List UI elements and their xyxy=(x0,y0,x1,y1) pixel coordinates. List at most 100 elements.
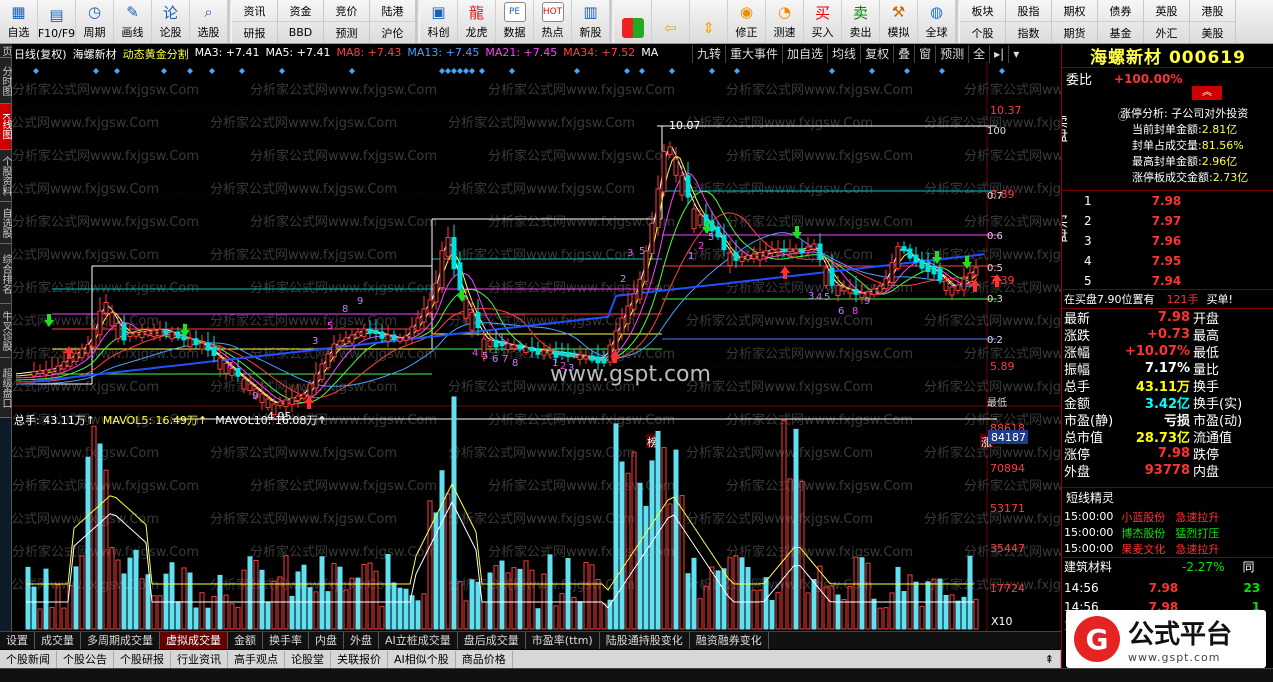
toolbar-big_right-button-2[interactable]: ⇕ xyxy=(690,0,728,43)
indicator-tab-4[interactable]: 金额 xyxy=(228,632,263,649)
indicator-tab-11[interactable]: 陆股通持股变化 xyxy=(600,632,690,649)
toolbar-link-pairs1-3-bottom[interactable]: 沪伦 xyxy=(370,22,415,43)
toolbar-big_mid-button-4[interactable]: ▥ 新股 xyxy=(572,0,610,43)
news-tab-7[interactable]: AI相似个股 xyxy=(388,650,456,668)
toolbar-big_right-button-3[interactable]: ◉ 修正 xyxy=(728,0,766,43)
sector-row[interactable]: 建筑材料 -2.27% 同 xyxy=(1062,558,1273,575)
indicator-tab-6[interactable]: 内盘 xyxy=(309,632,344,649)
chart-tool-5[interactable]: 叠 xyxy=(893,45,914,63)
toolbar-link-pairs2-3-bottom[interactable]: 基金 xyxy=(1098,22,1143,43)
toolbar-link-pairs1-0-bottom[interactable]: 研报 xyxy=(232,22,277,43)
toolbar-big_left-button-2[interactable]: ◷ 周期 xyxy=(76,0,114,43)
news-tab-2[interactable]: 个股研报 xyxy=(114,650,171,668)
left-tab-7[interactable]: 超级盘口 xyxy=(0,358,11,418)
stock-name-label: 海螺新材 xyxy=(72,48,117,61)
toolbar-big_left-button-3[interactable]: ✎ 画线 xyxy=(114,0,152,43)
toolbar-big_mid-button-0[interactable]: ▣ 科创 xyxy=(420,0,458,43)
toolbar-link-pairs1-0-top[interactable]: 资讯 xyxy=(232,0,277,22)
volume-bar xyxy=(343,589,349,630)
toolbar-link-pairs2-1-top[interactable]: 股指 xyxy=(1006,0,1051,22)
toolbar-big_right-button-4[interactable]: ◔ 测速 xyxy=(766,0,804,43)
indicator-tab-5[interactable]: 换手率 xyxy=(263,632,309,649)
toolbar-big_left-button-1[interactable]: ▤ F10/F9 xyxy=(38,0,76,43)
expand-right-icon[interactable]: ▸| xyxy=(989,45,1008,63)
spirit-row-2[interactable]: 15:00:00 果麦文化 急速拉升 xyxy=(1062,540,1273,557)
toolbar-big_right-button-0[interactable]: ▦ xyxy=(614,0,652,43)
collapse-up-icon[interactable]: ⇞ xyxy=(1039,650,1061,668)
left-tab-3[interactable]: 个股资料 xyxy=(0,150,11,202)
bid-row-5[interactable]: 5 7.94 xyxy=(1062,272,1273,289)
toolbar-big_mid-button-1[interactable]: 龍龙虎 xyxy=(458,0,496,43)
toolbar-link-pairs2-3-top[interactable]: 债券 xyxy=(1098,0,1143,22)
toolbar-link-pairs1-2-top[interactable]: 竞价 xyxy=(324,0,369,22)
indicator-tab-9[interactable]: 盘后成交量 xyxy=(458,632,526,649)
indicator-tab-7[interactable]: 外盘 xyxy=(344,632,379,649)
collapse-chevron-icon[interactable]: ︽ xyxy=(1192,86,1222,100)
bid-row-1[interactable]: 1 7.98 xyxy=(1062,192,1273,209)
chart-tool-8[interactable]: 全 xyxy=(968,45,989,63)
watermark-text: 分析家公式网www.fxjgsw.Com xyxy=(12,313,159,329)
left-tab-2[interactable]: K线图 xyxy=(0,104,11,150)
chart-tool-6[interactable]: 窗 xyxy=(914,45,935,63)
toolbar-link-pairs1-1-top[interactable]: 资金 xyxy=(278,0,323,22)
toolbar-link-pairs2-0-bottom[interactable]: 个股 xyxy=(960,22,1005,43)
indicator-tab-8[interactable]: AI立桩成交量 xyxy=(379,632,458,649)
watermark-text: 分析家公式网www.fxjgsw.Com xyxy=(448,115,635,131)
chart-tool-0[interactable]: 九转 xyxy=(692,45,725,63)
left-tab-1[interactable]: 分时图 xyxy=(0,58,11,104)
toolbar-link-pairs2-4-top[interactable]: 英股 xyxy=(1144,0,1189,22)
news-tab-8[interactable]: 商品价格 xyxy=(456,650,513,668)
toolbar-big_left-button-5[interactable]: ⌕ 选股 xyxy=(190,0,228,43)
dropdown-icon[interactable]: ▾ xyxy=(1008,45,1023,63)
toolbar-link-pairs2-0-top[interactable]: 板块 xyxy=(960,0,1005,22)
toolbar-big_right-button-6[interactable]: 卖卖出 xyxy=(842,0,880,43)
toolbar-link-pairs1-2-bottom[interactable]: 预测 xyxy=(324,22,369,43)
indicator-tab-2[interactable]: 多周期成交量 xyxy=(81,632,160,649)
indicator-tab-3[interactable]: 虚拟成交量 xyxy=(160,632,228,649)
toolbar-big_right-button-5[interactable]: 买买入 xyxy=(804,0,842,43)
news-tab-4[interactable]: 高手观点 xyxy=(228,650,285,668)
period-label[interactable]: 日线(复权) xyxy=(14,46,67,62)
toolbar-link-pairs2-5-top[interactable]: 港股 xyxy=(1190,0,1235,22)
indicator-tab-12[interactable]: 融资融券变化 xyxy=(690,632,769,649)
toolbar-big_left-button-0[interactable]: ▦ 自选 xyxy=(0,0,38,43)
chart-tool-2[interactable]: 加自选 xyxy=(782,45,827,63)
news-tab-3[interactable]: 行业资讯 xyxy=(171,650,228,668)
bid-row-3[interactable]: 3 7.96 xyxy=(1062,232,1273,249)
chart-tool-4[interactable]: 复权 xyxy=(860,45,893,63)
toolbar-link-pairs1-1-bottom[interactable]: BBD xyxy=(278,22,323,43)
toolbar-link-pairs2-5-bottom[interactable]: 美股 xyxy=(1190,22,1235,43)
indicator-tab-0[interactable]: 设置 xyxy=(0,632,35,649)
toolbar-link-pairs2-4-bottom[interactable]: 外汇 xyxy=(1144,22,1189,43)
toolbar-big_right-button-7[interactable]: ⚒ 模拟 xyxy=(880,0,918,43)
toolbar-big_right-button-1[interactable]: ⇦ xyxy=(652,0,690,43)
candle-body xyxy=(283,399,289,408)
chart-tool-1[interactable]: 重大事件 xyxy=(725,45,782,63)
indicator-tab-10[interactable]: 市盈率(ttm) xyxy=(526,632,600,649)
news-tab-5[interactable]: 论股堂 xyxy=(285,650,331,668)
bid-row-2[interactable]: 2 7.97 xyxy=(1062,212,1273,229)
news-tab-0[interactable]: 个股新闻 xyxy=(0,650,57,668)
chart-tool-3[interactable]: 均线 xyxy=(827,45,860,63)
toolbar-big_left-button-4[interactable]: 论论股 xyxy=(152,0,190,43)
left-tab-4[interactable]: 自选股 xyxy=(0,202,11,244)
toolbar-link-pairs2-1-bottom[interactable]: 指数 xyxy=(1006,22,1051,43)
news-tab-1[interactable]: 个股公告 xyxy=(57,650,114,668)
bid-row-4[interactable]: 4 7.95 xyxy=(1062,252,1273,269)
toolbar-link-pairs1-3-top[interactable]: 陆港 xyxy=(370,0,415,22)
kline-chart-area[interactable]: 分析家公式网www.fxjgsw.Com 分析家公式网www.fxjgsw.Com… xyxy=(12,44,1061,631)
toolbar-link-pairs2-2-top[interactable]: 期权 xyxy=(1052,0,1097,22)
left-tab-5[interactable]: 综合排名 xyxy=(0,244,11,304)
spirit-row-1[interactable]: 15:00:00 博杰股份 猛烈打压 xyxy=(1062,524,1273,541)
toolbar-big_mid-button-3[interactable]: HOT 热点 xyxy=(534,0,572,43)
news-tab-6[interactable]: 关联报价 xyxy=(331,650,388,668)
left-tab-6[interactable]: 牛叉诊股 xyxy=(0,304,11,358)
toolbar-big_right-button-8[interactable]: ◍ 全球 xyxy=(918,0,956,43)
spirit-row-0[interactable]: 15:00:00 小蓝股份 急速拉升 xyxy=(1062,508,1273,525)
toolbar-big_mid-button-2[interactable]: PE 数据 xyxy=(496,0,534,43)
chart-tool-7[interactable]: 预测 xyxy=(935,45,968,63)
indicator-tab-1[interactable]: 成交量 xyxy=(35,632,81,649)
toolbar-link-pairs2-2-bottom[interactable]: 期货 xyxy=(1052,22,1097,43)
kline-chart-svg[interactable]: 分析家公式网www.fxjgsw.Com 分析家公式网www.fxjgsw.Com… xyxy=(12,44,1061,631)
indicator-name[interactable]: 动态黄金分割 xyxy=(123,46,189,62)
